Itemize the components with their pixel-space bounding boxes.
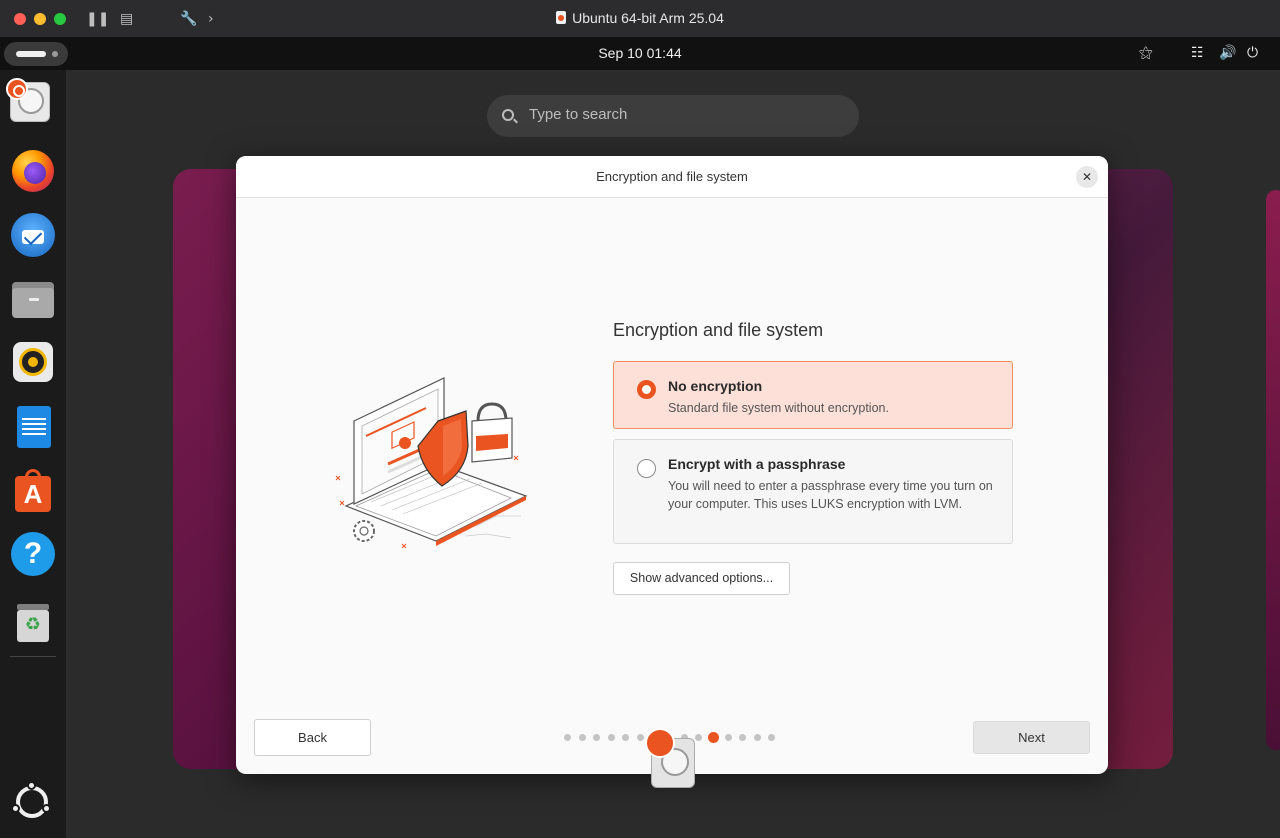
progress-dot <box>578 734 586 741</box>
app-center-letter-icon: A <box>23 479 43 509</box>
progress-dot <box>739 734 747 741</box>
progress-dot <box>724 734 732 741</box>
files-icon[interactable] <box>9 274 57 322</box>
folder-label <box>29 298 39 301</box>
installer-dialog: Encryption and file system ✕ Encryption … <box>236 156 1108 774</box>
option-label: No encryption <box>668 378 763 394</box>
thunderbird-icon[interactable] <box>9 210 57 258</box>
ubuntu-logo-dot <box>42 804 51 813</box>
progress-dot-active <box>708 732 719 743</box>
writer-icon[interactable] <box>9 402 57 450</box>
envelope-icon <box>22 230 44 244</box>
next-button[interactable]: Next <box>973 721 1090 754</box>
accessibility-icon[interactable]: ⚝ <box>1139 45 1153 61</box>
progress-dot <box>593 734 601 741</box>
trash-icon[interactable]: ♻ <box>9 598 57 646</box>
progress-dot <box>607 734 615 741</box>
option-encrypt-passphrase[interactable]: Encrypt with a passphrase You will need … <box>613 439 1013 544</box>
host-titlebar: ❚❚ ▤ 🔧 › Ubuntu 64-bit Arm 25.04 <box>0 0 1280 38</box>
progress-dot <box>564 734 571 741</box>
ubuntu-badge-icon <box>645 728 675 758</box>
power-icon[interactable]: ⏻ <box>1247 45 1258 61</box>
network-icon[interactable]: ☷ <box>1191 45 1204 61</box>
document-lines <box>22 418 46 436</box>
host-window-title-text: Ubuntu 64-bit Arm 25.04 <box>572 10 724 26</box>
dragged-installer-icon[interactable] <box>645 728 697 790</box>
radio-button[interactable] <box>637 459 656 478</box>
dialog-header: Encryption and file system ✕ <box>236 156 1108 198</box>
dock-separator <box>10 656 56 657</box>
next-workspace-thumbnail[interactable] <box>1266 190 1280 750</box>
show-advanced-options-button[interactable]: Show advanced options... <box>613 562 790 595</box>
firefox-globe <box>24 162 46 184</box>
volume-icon[interactable]: 🔊 <box>1219 45 1236 61</box>
progress-dot <box>768 734 776 741</box>
option-label: Encrypt with a passphrase <box>668 456 846 472</box>
firefox-icon[interactable] <box>9 146 57 194</box>
vm-document-icon <box>556 11 567 24</box>
option-description: You will need to enter a passphrase ever… <box>668 479 993 511</box>
progress-dot <box>622 734 630 741</box>
dock: A ? ♻ <box>0 70 66 838</box>
progress-dot <box>753 734 761 741</box>
radio-button-selected[interactable] <box>637 380 656 399</box>
recycle-icon: ♻ <box>24 614 42 635</box>
speaker-center <box>28 357 38 367</box>
ubuntu-logo-dot <box>11 804 20 813</box>
ubuntu-badge-icon <box>6 78 28 100</box>
progress-dot <box>637 734 644 741</box>
security-laptop-illustration <box>335 377 528 549</box>
rhythmbox-icon[interactable] <box>9 338 57 386</box>
option-description: Standard file system without encryption. <box>668 401 889 415</box>
folder-front <box>12 288 54 318</box>
search-placeholder: Type to search <box>529 106 628 123</box>
section-title: Encryption and file system <box>613 320 824 340</box>
ubuntu-logo-ring <box>16 786 48 818</box>
search-icon <box>502 109 514 121</box>
clock[interactable]: Sep 10 01:44 <box>0 45 1280 61</box>
app-center-icon[interactable]: A <box>9 466 57 514</box>
option-no-encryption[interactable]: No encryption Standard file system witho… <box>613 361 1013 429</box>
help-icon[interactable]: ? <box>9 530 57 578</box>
question-mark-icon: ? <box>11 532 55 576</box>
show-apps-icon[interactable] <box>11 781 52 822</box>
search-input[interactable]: Type to search <box>487 95 859 137</box>
back-button[interactable]: Back <box>254 719 371 756</box>
ubuntu-logo-dot <box>27 781 36 790</box>
dialog-title: Encryption and file system <box>596 169 748 184</box>
close-icon[interactable]: ✕ <box>1076 166 1098 188</box>
top-bar: Sep 10 01:44 ⚝ ☷ 🔊 ⏻ <box>0 38 1280 70</box>
installer-dock-icon[interactable] <box>6 78 54 126</box>
host-window-title: Ubuntu 64-bit Arm 25.04 <box>0 10 1280 26</box>
